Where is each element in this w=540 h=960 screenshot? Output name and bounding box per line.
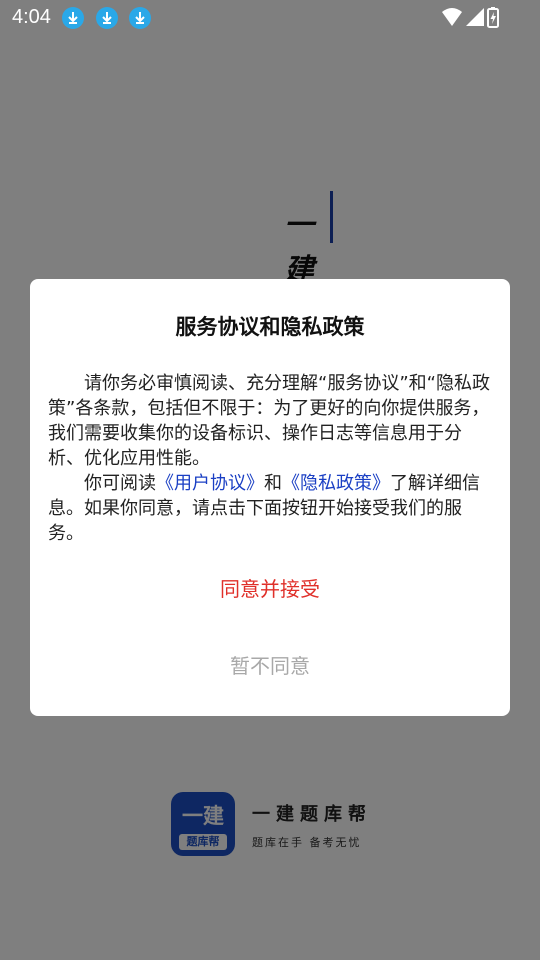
dialog-title: 服务协议和隐私政策	[175, 315, 365, 339]
paragraph-2-prefix: 你可阅读	[84, 473, 156, 494]
download-icon	[129, 7, 151, 29]
privacy-policy-link[interactable]: 《隐私政策》	[282, 473, 390, 494]
user-agreement-link[interactable]: 《用户协议》	[156, 473, 264, 494]
status-bar: 4:04	[0, 0, 540, 36]
wifi-icon	[442, 8, 462, 26]
cell-signal-icon	[466, 8, 484, 26]
dialog-paragraph-1: 请你务必审慎阅读、充分理解“服务协议”和“隐私政策”各条款，包括但不限于：为了更…	[48, 373, 490, 469]
download-icon	[96, 7, 118, 29]
dialog-paragraph-2: 你可阅读《用户协议》和《隐私政策》了解详细信息。如果你同意，请点击下面按钮开始接…	[48, 471, 492, 546]
status-time: 4:04	[12, 6, 51, 28]
battery-charging-icon	[487, 7, 499, 28]
status-icons-svg	[442, 7, 499, 28]
decline-button[interactable]: 暂不同意	[170, 646, 370, 686]
system-icons	[440, 6, 500, 30]
privacy-dialog: 服务协议和隐私政策 请你务必审慎阅读、充分理解“服务协议”和“隐私政策”各条款，…	[30, 279, 510, 716]
screen: 一 建 一建 题库帮 一建题库帮 题库在手 备考无忧 4:04	[0, 0, 540, 960]
paragraph-2-and: 和	[264, 473, 282, 494]
dialog-body: 请你务必审慎阅读、充分理解“服务协议”和“隐私政策”各条款，包括但不限于：为了更…	[48, 371, 492, 546]
download-icon	[62, 7, 84, 29]
agree-button[interactable]: 同意并接受	[170, 569, 370, 609]
